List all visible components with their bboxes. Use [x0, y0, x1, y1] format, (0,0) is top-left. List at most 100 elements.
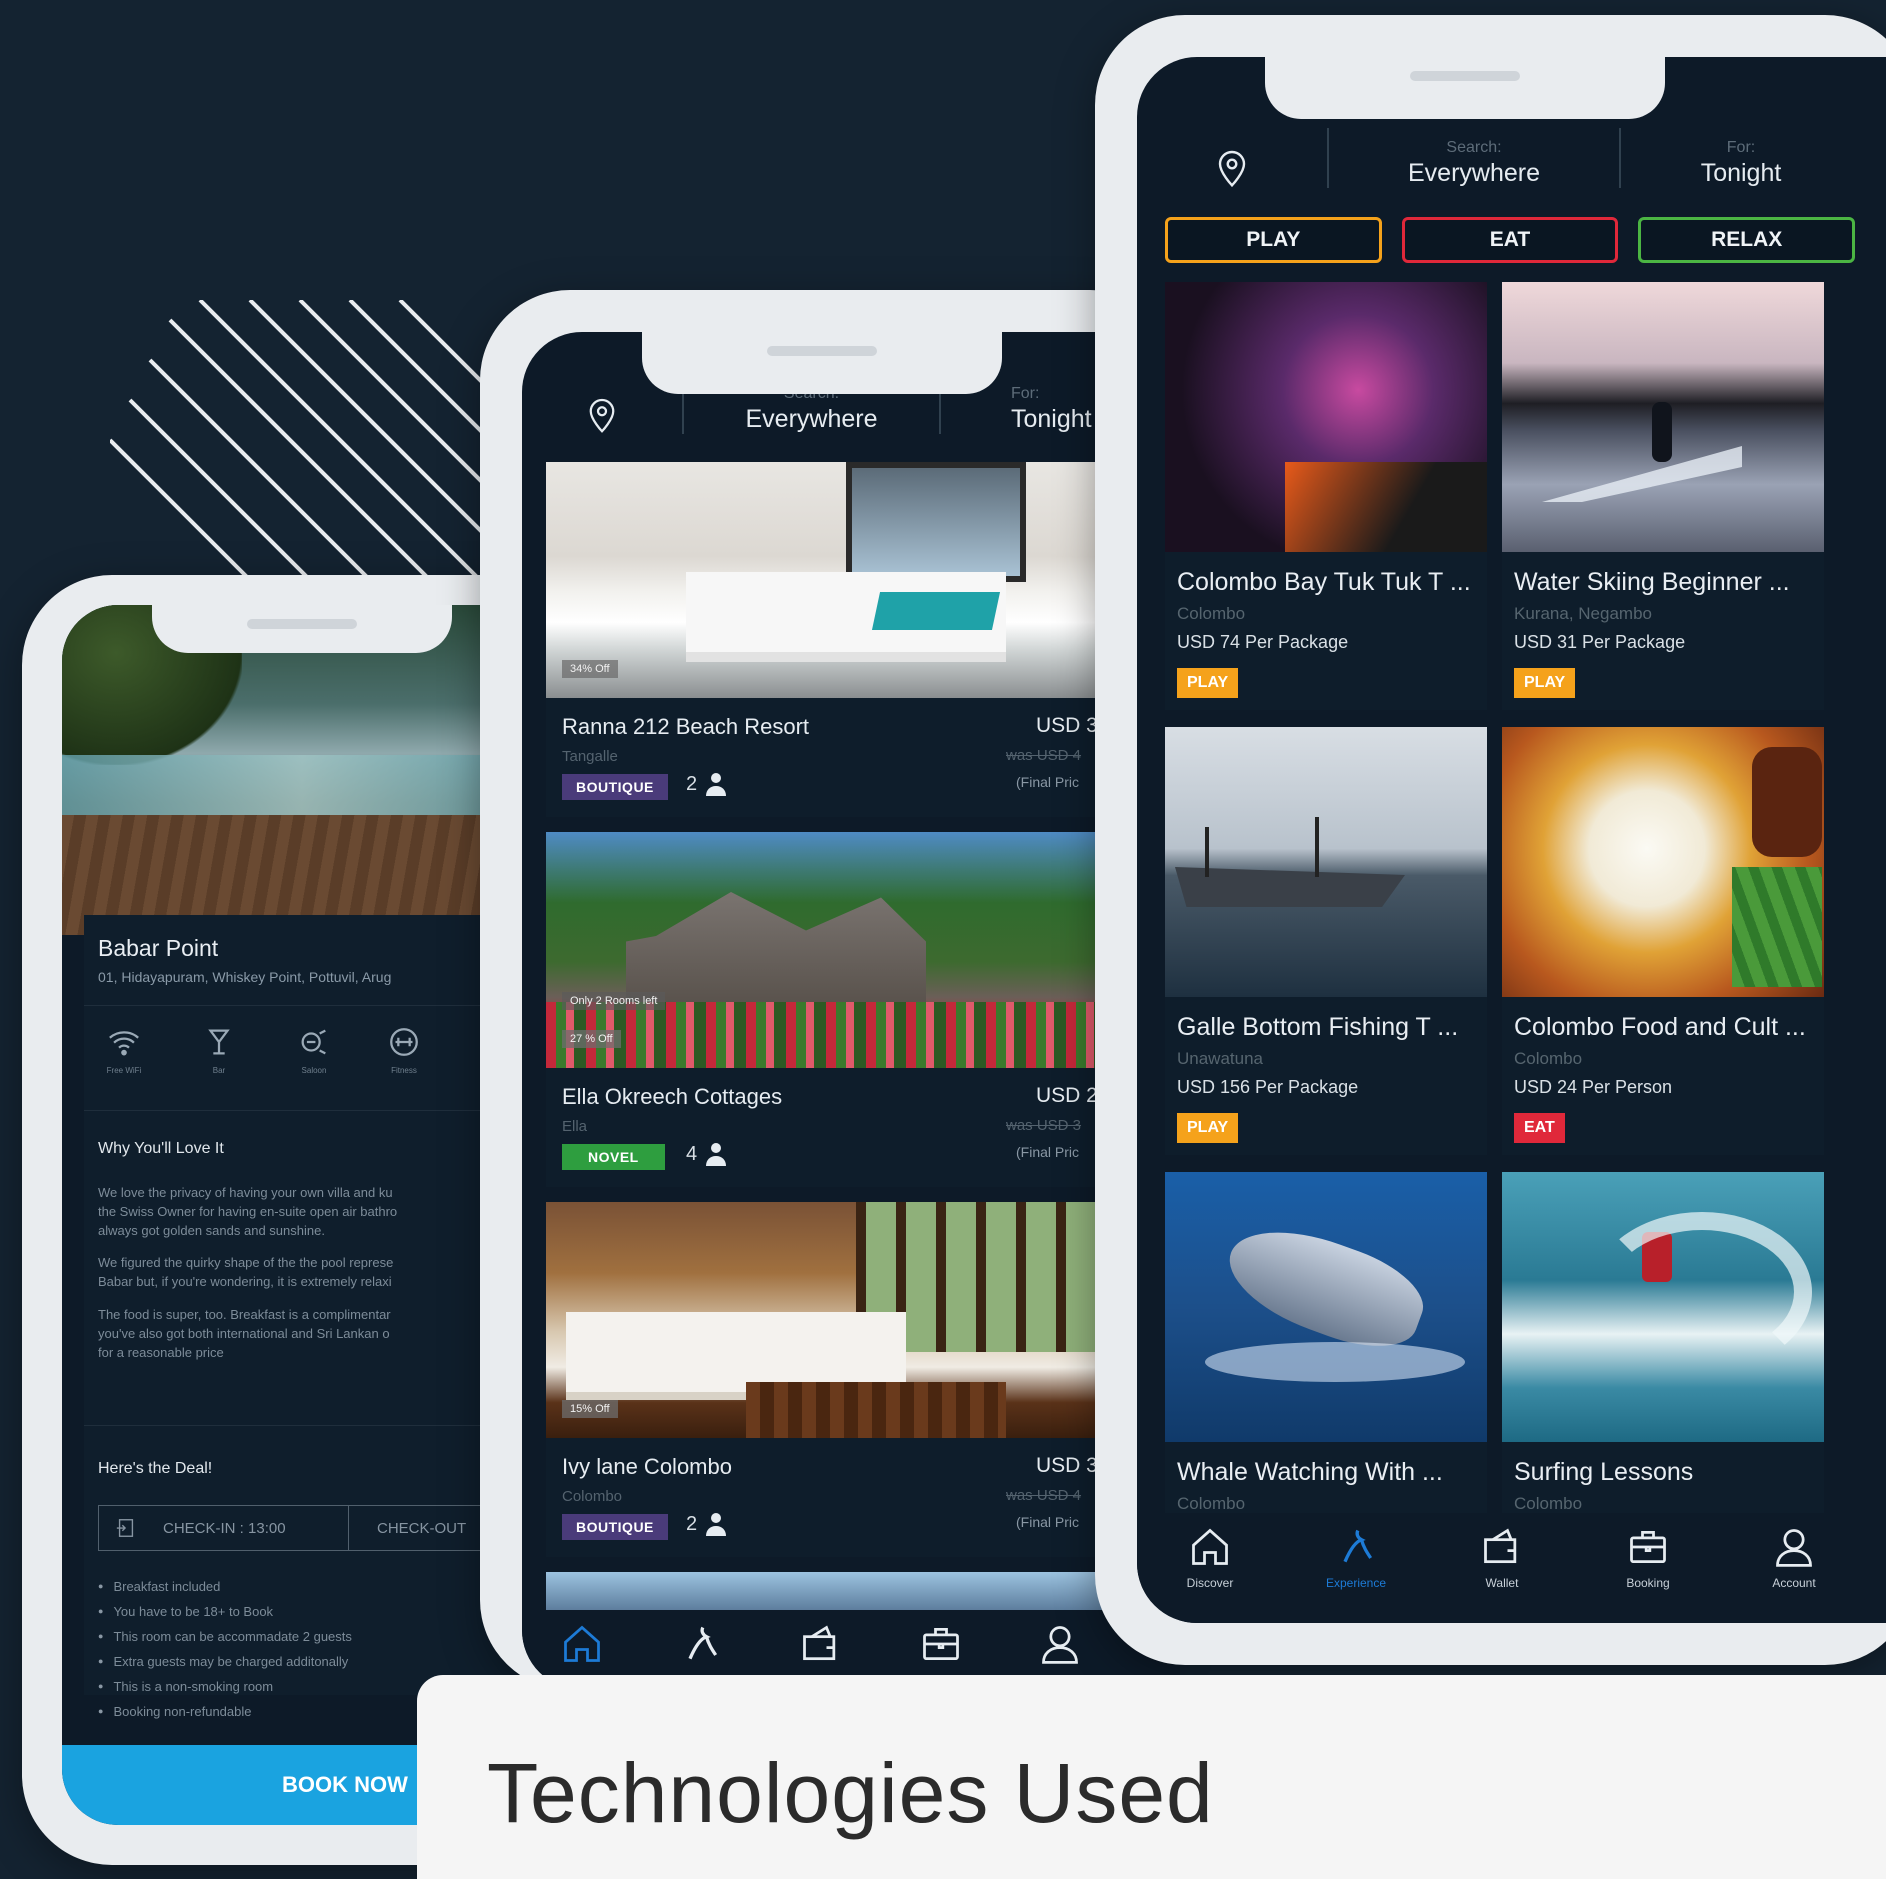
category-play-button[interactable]: PLAY	[1165, 217, 1382, 263]
briefcase-icon	[922, 1627, 959, 1661]
phone-screen: Search: Everywhere For: Tonight PLAY EAT…	[1137, 57, 1886, 1623]
listing-location: Ella	[562, 1118, 588, 1135]
for-field[interactable]: For: Tonight	[1621, 139, 1861, 188]
location-pin-button[interactable]	[1137, 148, 1327, 188]
amenity-bar: Bar	[189, 1025, 249, 1075]
listing-was-price: was USD 3	[1006, 1117, 1082, 1134]
user-icon	[1042, 1626, 1079, 1664]
phone-hotel-list: Search: Everywhere For: Tonight 34% Off …	[480, 290, 1180, 1690]
phone-screen: Babar Point 01, Hidayapuram, Whiskey Poi…	[62, 605, 542, 1825]
experience-image	[1165, 282, 1487, 552]
caption-heading: Technologies Used	[487, 1746, 1214, 1840]
nav-wallet[interactable]: Wallet	[1442, 1525, 1562, 1590]
category-eat-button[interactable]: EAT	[1401, 217, 1619, 263]
list-item: This room can be accommadate 2 guests	[98, 1625, 351, 1650]
nav-account[interactable]	[1000, 1622, 1120, 1671]
search-field[interactable]: Search: Everywhere	[1329, 139, 1619, 188]
check-times: CHECK-IN : 13:00 CHECK-OUT	[98, 1505, 518, 1551]
experience-badge: PLAY	[1177, 1113, 1239, 1143]
check-out-label: CHECK-OUT	[377, 1519, 467, 1537]
experience-location: Colombo	[1177, 604, 1246, 623]
phone-experiences: Search: Everywhere For: Tonight PLAY EAT…	[1095, 15, 1886, 1665]
nav-experience[interactable]	[642, 1622, 762, 1671]
experience-location: Kurana, Negambo	[1514, 604, 1652, 623]
amenity-fitness: Fitness	[374, 1025, 434, 1075]
deal-heading: Here's the Deal!	[98, 1460, 213, 1477]
listing-image	[546, 462, 1106, 698]
experience-badge: EAT	[1514, 1113, 1565, 1143]
for-value: Tonight	[1011, 405, 1092, 433]
nav-experience[interactable]: Experience	[1296, 1525, 1416, 1590]
listing-card[interactable]	[546, 1572, 1106, 1612]
check-in-label: CHECK-IN : 13:00	[163, 1519, 286, 1537]
hotel-address: 01, Hidayapuram, Whiskey Point, Pottuvil…	[98, 969, 392, 985]
list-item: Breakfast included	[98, 1575, 352, 1600]
location-pin-button[interactable]	[522, 396, 682, 434]
listing-card[interactable]: 34% Off Ranna 212 Beach Resort Tangalle …	[546, 462, 1106, 817]
wallet-icon	[803, 1625, 836, 1661]
experience-title: Galle Bottom Fishing T ...	[1177, 1013, 1459, 1041]
person-icon	[706, 773, 727, 796]
bar-icon	[208, 1029, 230, 1055]
description-paragraph: The food is super, too. Breakfast is a c…	[98, 1307, 391, 1360]
amenity-saloon: Saloon	[284, 1025, 344, 1075]
listing-card[interactable]: 15% Off Ivy lane Colombo Colombo BOUTIQU…	[546, 1202, 1106, 1557]
listing-image	[546, 1572, 1106, 1612]
experience-price: USD 156 Per Package	[1177, 1077, 1359, 1097]
phone-notch	[1265, 57, 1665, 119]
experience-card[interactable]: Galle Bottom Fishing T ... Unawatuna USD…	[1165, 727, 1487, 1155]
listing-final-price: (Final Pric	[1016, 1144, 1080, 1160]
person-icon	[706, 1143, 727, 1166]
list-item: This is a non-smoking room	[98, 1675, 352, 1700]
hotel-hero-image	[62, 605, 542, 935]
nav-booking[interactable]: Booking	[1588, 1525, 1708, 1590]
experience-location: Unawatuna	[1177, 1049, 1264, 1068]
fitness-icon	[390, 1028, 418, 1056]
experience-location: Colombo	[1514, 1049, 1583, 1068]
guest-count: 2	[686, 1512, 727, 1536]
listing-card[interactable]: Only 2 Rooms left 27 % Off Ella Okreech …	[546, 832, 1106, 1187]
caption-panel: Technologies Used	[417, 1675, 1886, 1879]
experience-icon	[688, 1626, 718, 1660]
listing-price: USD 2	[1036, 1084, 1098, 1107]
nav-wallet[interactable]	[761, 1622, 881, 1671]
listing-name: Ella Okreech Cottages	[562, 1084, 783, 1109]
experience-image	[1165, 727, 1487, 997]
deal-list: Breakfast included You have to be 18+ to…	[98, 1575, 352, 1725]
experience-card[interactable]: Whale Watching With ... Colombo	[1165, 1172, 1487, 1532]
briefcase-icon	[1630, 1530, 1666, 1564]
search-label: Search:	[1446, 139, 1502, 156]
saloon-icon	[301, 1029, 326, 1055]
experience-title: Water Skiing Beginner ...	[1514, 568, 1790, 596]
nav-discover[interactable]: Discover	[1150, 1525, 1270, 1590]
for-label: For:	[1011, 385, 1040, 402]
person-icon	[706, 1513, 727, 1536]
experience-title: Surfing Lessons	[1514, 1458, 1694, 1486]
search-value: Everywhere	[745, 405, 878, 433]
experience-price: USD 31 Per Package	[1514, 632, 1686, 652]
experience-card[interactable]: Colombo Food and Cult ... Colombo USD 24…	[1502, 727, 1824, 1155]
home-icon	[1192, 1528, 1228, 1565]
category-relax-button[interactable]: RELAX	[1638, 217, 1856, 263]
login-icon	[116, 1519, 134, 1537]
nav-discover[interactable]	[522, 1622, 642, 1671]
experience-card[interactable]: Surfing Lessons Colombo	[1502, 1172, 1824, 1532]
bottom-nav: Discover Experience Wallet Booking Accou…	[1137, 1513, 1867, 1623]
home-icon	[563, 1625, 600, 1662]
listing-final-price: (Final Pric	[1016, 1514, 1080, 1530]
experience-image	[1502, 727, 1824, 997]
list-item: Extra guests may be charged additonally	[98, 1650, 352, 1675]
search-value: Everywhere	[1408, 159, 1540, 187]
experience-card[interactable]: Colombo Bay Tuk Tuk T ... Colombo USD 74…	[1165, 282, 1487, 710]
listing-tag: NOVEL	[562, 1144, 665, 1170]
wifi-icon	[109, 1031, 139, 1056]
experience-image	[1502, 1172, 1824, 1442]
nav-booking[interactable]	[881, 1622, 1001, 1671]
nav-account[interactable]: Account	[1734, 1525, 1854, 1590]
experience-location: Colombo	[1177, 1494, 1246, 1513]
decorative-stripes	[110, 300, 530, 582]
experience-image	[1502, 282, 1824, 552]
listing-name: Ivy lane Colombo	[562, 1454, 732, 1479]
experience-card[interactable]: Water Skiing Beginner ... Kurana, Negamb…	[1502, 282, 1824, 710]
wallet-icon	[1484, 1528, 1517, 1564]
